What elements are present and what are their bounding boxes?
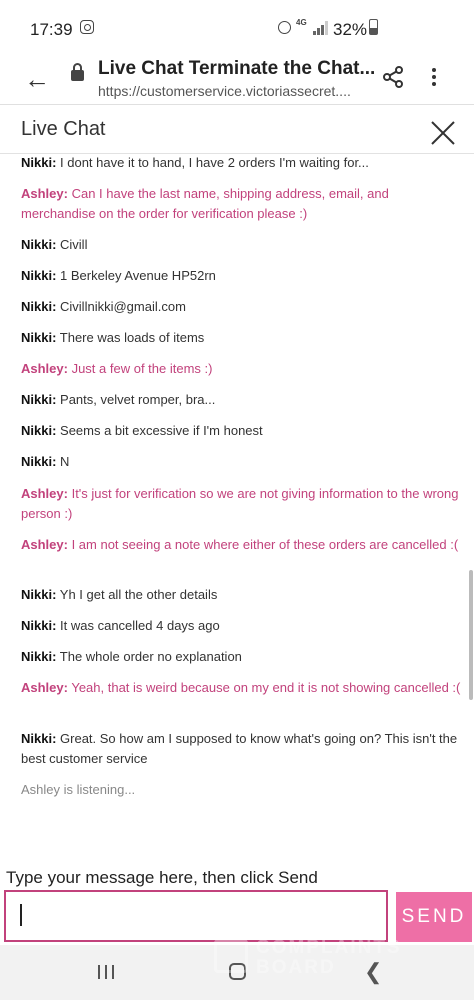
- instagram-icon: [80, 20, 94, 34]
- share-icon[interactable]: [381, 65, 405, 89]
- text-caret: [20, 904, 22, 926]
- chat-message: Nikki: There was loads of items: [21, 330, 205, 345]
- watermark-line1: COMPLAINTS: [256, 937, 402, 958]
- chat-message: Nikki: N: [21, 454, 70, 469]
- chat-message: Ashley: Just a few of the items :): [21, 361, 213, 376]
- back-arrow-icon[interactable]: ←: [24, 66, 50, 92]
- watermark-line2: BOARD: [256, 957, 336, 978]
- more-options-icon[interactable]: [431, 68, 437, 88]
- chat-message: Ashley: I am not seeing a note where eit…: [21, 537, 459, 552]
- chat-title: Live Chat: [21, 118, 106, 140]
- chat-message: Nikki: Pants, velvet romper, bra...: [21, 392, 216, 407]
- complaints-board-watermark: COMPLAINTS BOARD: [214, 935, 454, 978]
- chat-message: Nikki: The whole order no explanation: [21, 649, 242, 664]
- chat-message: Nikki: 1 Berkeley Avenue HP52rn: [21, 268, 216, 283]
- watermark-logo-icon: [214, 939, 248, 973]
- lock-icon[interactable]: [71, 63, 84, 81]
- chat-message: Nikki: Civill: [21, 237, 88, 252]
- chat-message: Nikki: Civillnikki@gmail.com: [21, 299, 186, 314]
- page-title[interactable]: Live Chat Terminate the Chat...: [98, 58, 378, 80]
- network-type: 4G: [296, 18, 307, 27]
- browser-toolbar: ← Live Chat Terminate the Chat... https:…: [0, 54, 474, 105]
- chat-message: Nikki: Great. So how am I supposed to kn…: [21, 731, 458, 766]
- chat-message: Nikki: It was cancelled 4 days ago: [21, 618, 220, 633]
- compose-label: Type your message here, then click Send: [6, 868, 318, 887]
- chat-message: Nikki: Seems a bit excessive if I'm hone…: [21, 423, 263, 438]
- battery-percent: 32%: [333, 20, 368, 39]
- chat-message: Ashley: It's just for verification so we…: [21, 486, 459, 521]
- chat-message: Ashley: Can I have the last name, shippi…: [21, 186, 389, 221]
- typing-status: Ashley is listening...: [21, 782, 136, 797]
- chat-header: Live Chat: [0, 105, 474, 154]
- page-url[interactable]: https://customerservice.victoriassecret.…: [98, 83, 378, 99]
- chat-transcript[interactable]: Nikki: I dont have it to hand, I have 2 …: [0, 153, 474, 813]
- status-time: 17:39: [30, 20, 73, 39]
- chat-message: Nikki: Yh I get all the other details: [21, 587, 218, 602]
- status-bar: 17:39 4G 32%: [0, 0, 474, 54]
- signal-icon: [313, 21, 328, 35]
- battery-icon: [369, 19, 378, 35]
- chat-message: Nikki: I dont have it to hand, I have 2 …: [21, 155, 369, 170]
- transcript-scrollbar[interactable]: [469, 570, 473, 700]
- chat-message: Ashley: Yeah, that is weird because on m…: [21, 680, 461, 695]
- alarm-icon: [278, 21, 291, 34]
- recent-apps-icon[interactable]: [98, 965, 116, 979]
- close-icon[interactable]: [430, 120, 456, 146]
